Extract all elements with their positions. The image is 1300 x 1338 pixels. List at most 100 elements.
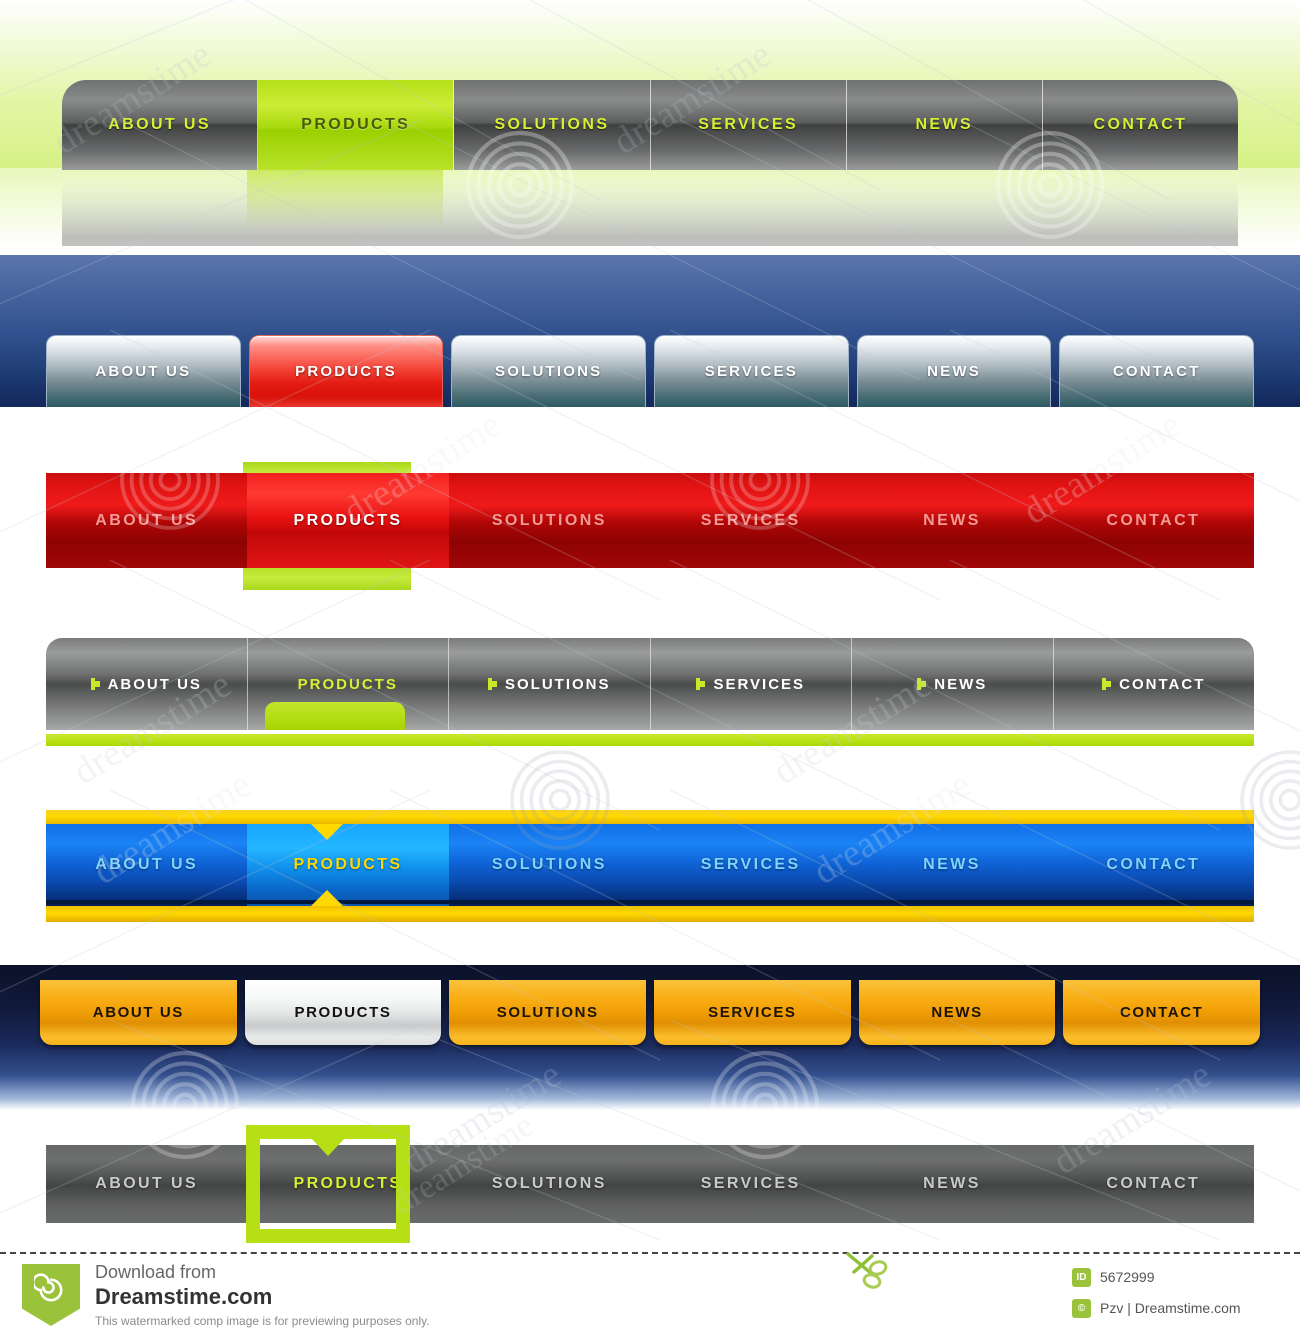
nav-item-about-us[interactable]: ABOUT US [62,80,259,170]
nav-item-services[interactable]: SERVICES [650,473,851,568]
dark-inner-line [46,900,1254,904]
navbar-red-bar-lime-tab: ABOUT US PRODUCTS SOLUTIONS SERVICES NEW… [0,440,1300,600]
nav-label: PRODUCTS [293,856,403,873]
nav-item-contact[interactable]: CONTACT [1053,1145,1254,1223]
nav-label: SERVICES [700,511,801,529]
nav-item-news[interactable]: NEWS [851,473,1052,568]
nav-label: SERVICES [708,1004,797,1021]
nav-label: ABOUT US [95,511,199,529]
nav-label: NEWS [931,1004,983,1021]
nav-label: PRODUCTS [293,511,403,529]
nav-label: ABOUT US [92,1004,184,1021]
nav-label: SERVICES [700,856,801,873]
arrow-bullet-icon [696,678,706,690]
nav-item-products-active[interactable]: PRODUCTS [248,335,444,407]
nav-item-news[interactable]: NEWS [847,80,1043,170]
nav-item-solutions[interactable]: SOLUTIONS [449,824,650,906]
nav-item-about-us[interactable]: ABOUT US [46,473,247,568]
nav-item-solutions[interactable]: SOLUTIONS [449,638,651,730]
dreamstime-spiral-logo [22,1264,80,1326]
nav-item-services[interactable]: SERVICES [650,824,851,906]
nav-label: ABOUT US [95,856,199,873]
nav-item-solutions[interactable]: SOLUTIONS [449,1145,650,1223]
copyright-chip-icon: © [1072,1299,1091,1318]
active-lime-frame [246,1125,410,1243]
lime-underline-bar [46,734,1254,746]
nav-item-contact[interactable]: CONTACT [1053,824,1254,906]
nav-item-news[interactable]: NEWS [851,824,1052,906]
nav-items-container: ABOUT US PRODUCTS SOLUTIONS SERVICES NEW… [46,1145,1254,1223]
watermark-note: This watermarked comp image is for previ… [95,1314,430,1328]
nav-item-services[interactable]: SERVICES [651,638,852,730]
nav-label: PRODUCTS [301,116,411,133]
nav-item-products-active[interactable]: PRODUCTS [258,80,455,170]
nav-item-products-active[interactable]: PRODUCTS [247,473,449,568]
nav-item-contact[interactable]: CONTACT [1043,80,1238,170]
nav-item-about-us[interactable]: ABOUT US [46,1145,247,1223]
nav-label: SERVICES [704,363,798,380]
nav-item-news[interactable]: NEWS [851,1145,1052,1223]
nav-item-about-us[interactable]: ABOUT US [46,638,248,730]
nav-item-services[interactable]: SERVICES [651,80,847,170]
nav-label: SERVICES [698,116,799,133]
nav-item-services[interactable]: SERVICES [654,980,851,1045]
nav-label: SOLUTIONS [494,116,610,133]
nav-item-solutions[interactable]: SOLUTIONS [449,473,650,568]
nav-label: NEWS [927,363,981,380]
nav-label: ABOUT US [107,675,202,693]
nav-item-contact[interactable]: CONTACT [1063,980,1261,1045]
nav-label: PRODUCTS [297,675,398,693]
nav-item-products-active[interactable]: PRODUCTS [247,824,449,906]
nav-items-container: ABOUT US PRODUCTS SOLUTIONS SERVICES NEW… [46,638,1254,730]
nav-label: CONTACT [1106,856,1201,873]
nav-label: CONTACT [1119,675,1206,693]
nav-label: ABOUT US [95,363,192,380]
nav-items-container: ABOUT US PRODUCTS SOLUTIONS SERVICES NEW… [40,980,1261,1045]
nav-label: CONTACT [1112,363,1201,380]
nav-items-container: ABOUT US PRODUCTS SOLUTIONS SERVICES NEW… [62,80,1238,170]
green-background-reflection [0,168,1300,248]
nav-item-solutions[interactable]: SOLUTIONS [451,335,647,407]
nav-item-contact[interactable]: CONTACT [1054,638,1255,730]
bar-mirror-reflection [62,170,1238,246]
nav-item-solutions[interactable]: SOLUTIONS [454,80,651,170]
nav-label: CONTACT [1106,1175,1201,1192]
active-tab-bump [265,702,405,730]
scissors-icon [842,1248,896,1297]
nav-label: NEWS [923,856,981,873]
nav-item-news[interactable]: NEWS [852,638,1054,730]
nav-item-contact[interactable]: CONTACT [1053,473,1254,568]
nav-label: SOLUTIONS [491,511,607,529]
image-id-value: 5672999 [1100,1269,1155,1285]
nav-label: SOLUTIONS [496,1004,599,1021]
nav-item-services[interactable]: SERVICES [654,335,849,407]
nav-item-about-us[interactable]: ABOUT US [46,824,247,906]
nav-items-container: ABOUT US PRODUCTS SOLUTIONS SERVICES NEW… [46,473,1254,568]
download-from-label: Download from [95,1262,217,1282]
nav-item-about-us[interactable]: ABOUT US [40,980,237,1045]
nav-label: SERVICES [700,1175,801,1192]
id-chip-icon: ID [1072,1268,1091,1287]
navbar-gray-bar-lime-bullets: ABOUT US PRODUCTS SOLUTIONS SERVICES NEW… [0,630,1300,770]
dashed-cut-line [0,1252,1300,1254]
nav-label: CONTACT [1119,1004,1204,1021]
nav-label: PRODUCTS [294,1004,392,1021]
nav-item-solutions[interactable]: SOLUTIONS [449,980,647,1045]
nav-items-container: ABOUT US PRODUCTS SOLUTIONS SERVICES NEW… [46,335,1255,407]
nav-label: NEWS [934,675,988,693]
navigation-bar-templates-sheet: ABOUT US PRODUCTS SOLUTIONS SERVICES NEW… [0,0,1300,1338]
nav-item-about-us[interactable]: ABOUT US [46,335,241,407]
arrow-bullet-icon [1102,678,1112,690]
triangle-notch-top-icon [311,824,343,840]
nav-item-services[interactable]: SERVICES [650,1145,851,1223]
nav-item-news[interactable]: NEWS [856,335,1052,407]
nav-item-products-active[interactable]: PRODUCTS [244,980,442,1045]
nav-item-contact[interactable]: CONTACT [1059,335,1255,407]
nav-items-container: ABOUT US PRODUCTS SOLUTIONS SERVICES NEW… [46,824,1254,906]
navbar-blue-panel-silver-tabs: ABOUT US PRODUCTS SOLUTIONS SERVICES NEW… [0,255,1300,407]
gold-stripe-top [46,810,1254,824]
arrow-bullet-icon [90,678,100,690]
nav-label: CONTACT [1093,116,1188,133]
nav-label: PRODUCTS [295,363,397,380]
nav-item-news[interactable]: NEWS [858,980,1056,1045]
